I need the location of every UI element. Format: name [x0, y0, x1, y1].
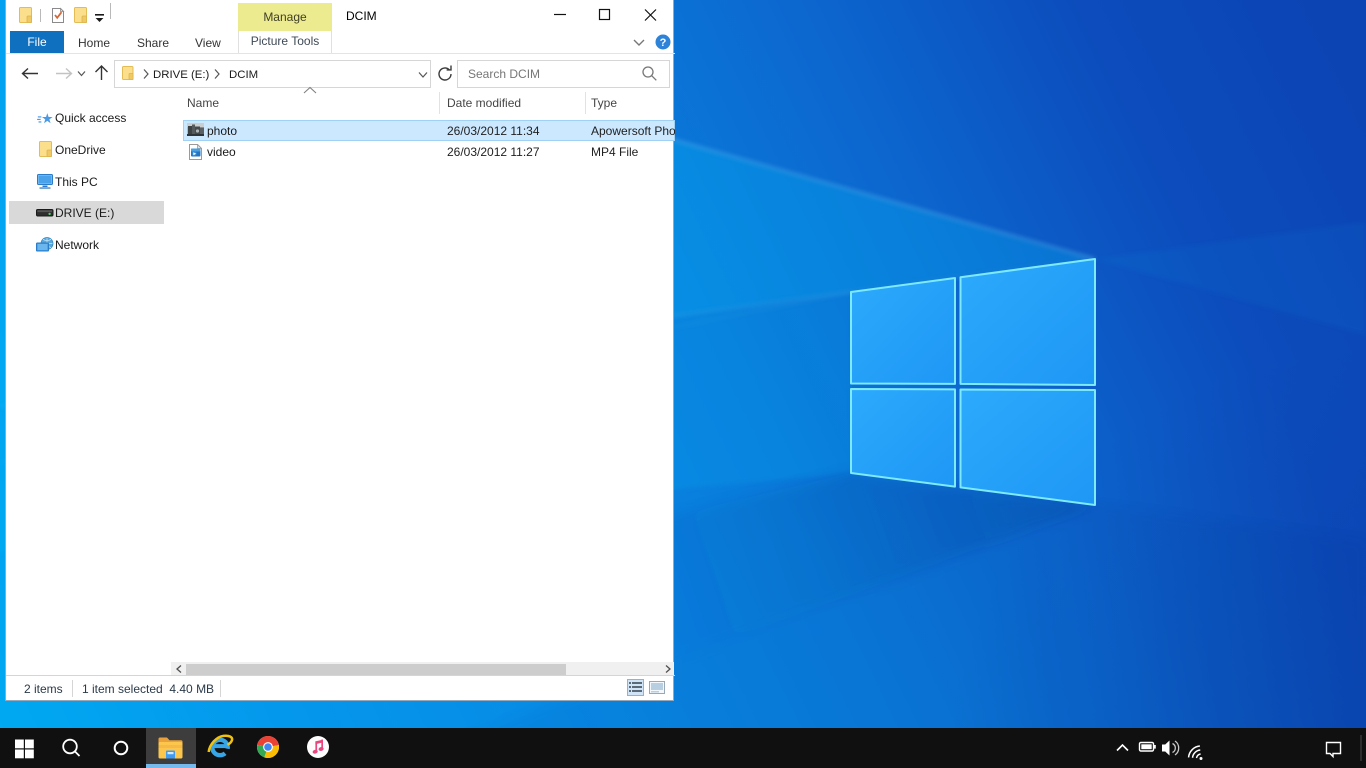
- svg-text:DRIVE (E:): DRIVE (E:): [153, 69, 210, 81]
- svg-text:?: ?: [660, 37, 667, 49]
- svg-text:DCIM: DCIM: [229, 69, 258, 81]
